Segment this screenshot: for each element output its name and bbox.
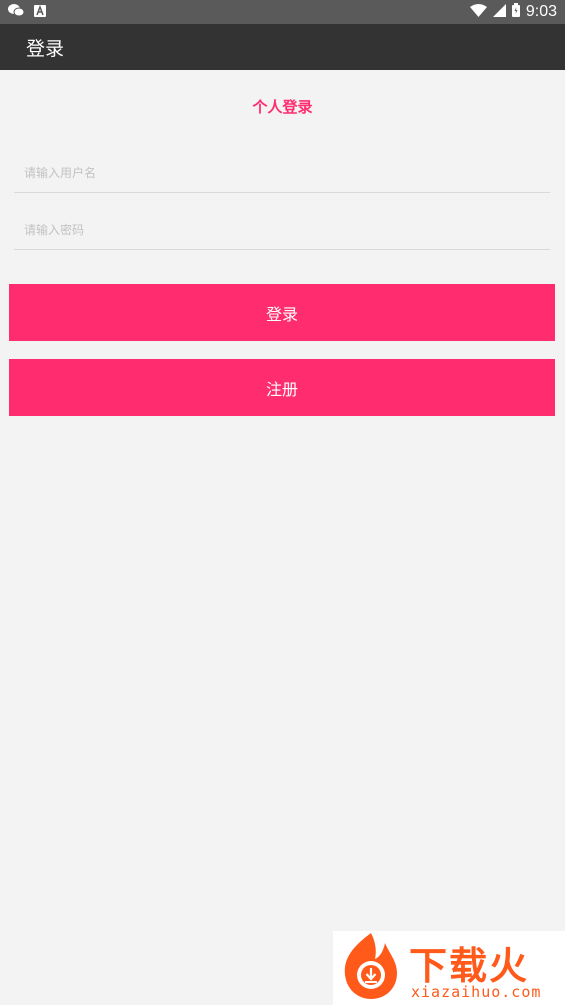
watermark-site: xiazaihuo.com [411,983,542,1001]
username-input[interactable] [14,153,550,192]
login-button[interactable]: 登录 [9,284,555,341]
watermark-logo: 下载火 xiazaihuo.com [333,931,565,1005]
signal-icon [492,3,506,21]
flame-download-icon [337,931,405,1005]
status-time: 9:03 [525,3,557,20]
status-bar: 9:03 [0,0,565,24]
status-left-icons [8,3,46,21]
wifi-icon [469,3,487,21]
login-button-label: 登录 [265,304,298,324]
password-input[interactable] [14,210,550,249]
register-button-label: 注册 [265,379,298,399]
watermark-brand: 下载火 [409,944,530,988]
font-a-icon [34,3,46,21]
app-bar: 登录 [0,24,565,70]
battery-icon [511,3,520,21]
username-field [14,153,550,193]
password-field [14,210,550,250]
page-heading: 个人登录 [252,98,313,116]
status-right-icons: 9:03 [469,3,557,21]
app-bar-title: 登录 [26,37,65,60]
wechat-icon [8,3,25,21]
register-button[interactable]: 注册 [9,359,555,416]
